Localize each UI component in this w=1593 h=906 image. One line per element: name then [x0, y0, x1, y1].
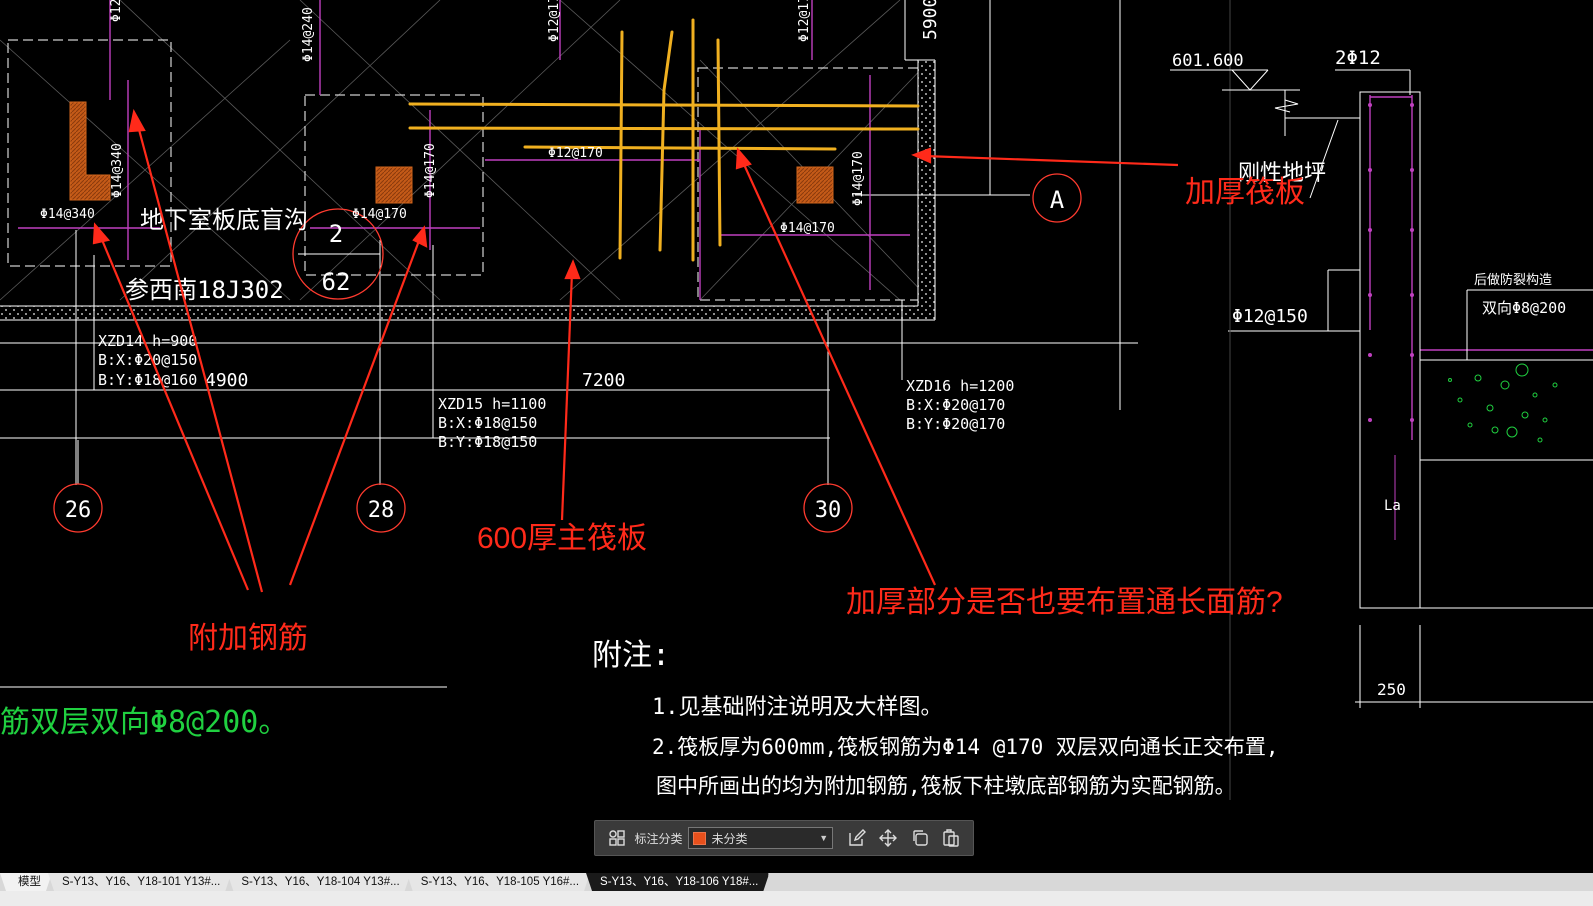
rebar-label: Φ12@170	[548, 146, 603, 161]
rebar-label: Φ12@170	[547, 0, 562, 42]
move-icon[interactable]	[878, 827, 899, 849]
detail-callout-bottom: 62	[322, 268, 351, 296]
category-select[interactable]: 未分类 ▼	[688, 827, 834, 849]
tab-layout[interactable]: S-Y13、Y16、Y18-101 Y13#...	[48, 873, 231, 891]
axis-label-26: 26	[65, 498, 92, 523]
cad-texts: 601.600 2Φ12 刚性地坪 Φ12@150 后做防裂构造 双向Φ8@20…	[40, 0, 1566, 798]
axis-label-30: 30	[815, 498, 842, 523]
axis-bubble-26: 26	[53, 440, 103, 533]
pier-label: B:Y:Φ18@150	[438, 433, 537, 451]
dim-7200: 7200	[582, 370, 625, 391]
pier-label: B:X:Φ18@150	[438, 414, 537, 432]
rebar-label: Φ14@170	[780, 221, 835, 236]
dim-4900: 4900	[205, 370, 248, 391]
axis-bubble-28: 28	[356, 483, 406, 533]
rebar-label: Φ14@170	[423, 143, 438, 198]
copy-icon[interactable]	[909, 827, 930, 849]
tab-layout[interactable]: S-Y13、Y16、Y18-104 Y13#...	[227, 873, 410, 891]
dimension-lines	[0, 0, 1593, 800]
section-dots	[1368, 103, 1414, 422]
rebar-label: Φ14@170	[352, 207, 407, 222]
reference-note: 参西南18J302	[125, 276, 284, 304]
pier-label: XZD15 h=1100	[438, 395, 546, 413]
la-label: La	[1384, 498, 1401, 514]
rebar-2phi12: 2Φ12	[1335, 47, 1381, 69]
edit-icon[interactable]	[846, 827, 867, 849]
notes-heading: 附注:	[592, 638, 670, 673]
category-value: 未分类	[711, 831, 748, 846]
pier-label: XZD16 h=1200	[906, 377, 1014, 395]
elevation-label: 601.600	[1172, 51, 1244, 71]
rebar-phi12-150: Φ12@150	[1232, 306, 1308, 327]
double-phi8-label: 双向Φ8@200	[1482, 299, 1566, 317]
rebar-label: Φ12	[109, 0, 124, 22]
chevron-down-icon: ▼	[819, 833, 829, 843]
dim-5900: 5900	[920, 0, 941, 40]
rebar-label: Φ14@340	[110, 143, 125, 198]
paste-icon[interactable]	[941, 827, 962, 849]
notes-line-2: 2.筏板厚为600mm,筏板钢筋为Φ14 @170 双层双向通长正交布置,	[652, 735, 1279, 759]
status-strip	[0, 891, 1593, 906]
tab-layout[interactable]: S-Y13、Y16、Y18-106 Y18#...	[586, 873, 769, 891]
section-detail	[1170, 69, 1593, 609]
grid-icon[interactable]	[606, 827, 627, 849]
rebar-label: Φ14@240	[301, 7, 316, 62]
pier-label: B:Y:Φ20@170	[906, 415, 1005, 433]
layout-tabs: 模型 S-Y13、Y16、Y18-101 Y13#... S-Y13、Y16、Y18…	[0, 873, 765, 891]
annotation-arrows	[92, 108, 1179, 593]
axis-label-28: 28	[368, 498, 395, 523]
notes-line-3: 图中所画出的均为附加钢筋,筏板下柱墩底部钢筋为实配钢筋。	[656, 774, 1236, 798]
rebar-label: Φ14@170	[851, 151, 866, 206]
annotation-toolbar: 标注分类 未分类 ▼	[594, 820, 974, 856]
gravel-fill	[1448, 363, 1558, 443]
tab-layout[interactable]: S-Y13、Y16、Y18-105 Y16#...	[407, 873, 590, 891]
rebar-label: Φ14@340	[40, 207, 95, 222]
axis-label-a: A	[1050, 186, 1065, 214]
annotation-thickened-raft: 加厚筏板	[1185, 176, 1305, 209]
pier-label: B:X:Φ20@150	[98, 351, 197, 369]
category-color-swatch	[693, 831, 707, 845]
dim-250: 250	[1377, 680, 1406, 699]
pier-label: B:Y:Φ18@160	[98, 371, 197, 389]
annotation-question: 加厚部分是否也要布置通长面筋?	[846, 586, 1283, 619]
annotation-main-raft: 600厚主筏板	[477, 522, 647, 555]
axis-bubble-30: 30	[803, 483, 853, 533]
axis-bubble-a: A	[1032, 173, 1082, 223]
green-note-fragment: 筋双层双向Φ8@200。	[0, 705, 288, 740]
layout-tab-bar: 模型 S-Y13、Y16、Y18-101 Y13#... S-Y13、Y16、Y18…	[0, 873, 1593, 906]
notes-line-1: 1.见基础附注说明及大样图。	[652, 695, 943, 720]
category-label: 标注分类	[634, 831, 683, 846]
after-pour-label: 后做防裂构造	[1474, 272, 1552, 288]
detail-callout-top: 2	[329, 220, 343, 248]
rebar-label: Φ12@170	[797, 0, 812, 42]
pier-label: B:X:Φ20@170	[906, 396, 1005, 414]
tab-model[interactable]: 模型	[0, 873, 52, 891]
yellow-rebar-sketch	[408, 18, 920, 262]
annotation-additional-rebar: 附加钢筋	[188, 622, 308, 655]
cad-drawing-canvas[interactable]: 26 28 30 A 2 62 601.600 2Φ12 刚性地坪 Φ12@15…	[0, 0, 1593, 873]
